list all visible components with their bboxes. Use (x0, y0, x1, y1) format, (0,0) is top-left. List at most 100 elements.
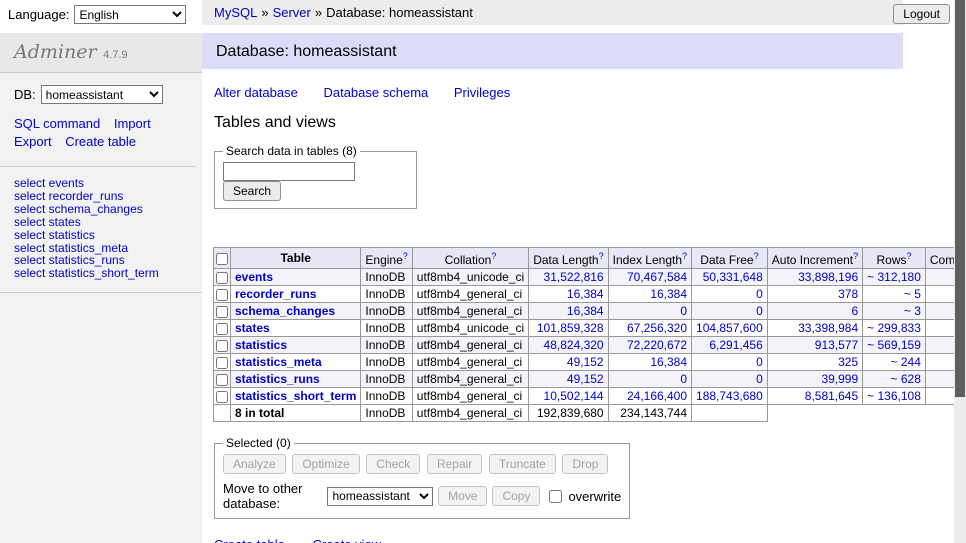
create-view-link[interactable]: Create view (312, 537, 381, 543)
data-free-link[interactable]: 0 (756, 372, 763, 386)
select-all-checkbox[interactable] (216, 253, 228, 265)
rows-count-link[interactable]: ~ 244 (891, 355, 921, 369)
move-button[interactable]: Move (438, 486, 487, 506)
row-checkbox[interactable] (216, 323, 228, 335)
sidebar-item-select-statistics-short-term[interactable]: select statistics_short_term (14, 267, 188, 280)
auto-increment-link[interactable]: 8,581,645 (805, 389, 858, 403)
privileges-link[interactable]: Privileges (454, 85, 510, 100)
search-input[interactable] (223, 162, 355, 181)
database-schema-link[interactable]: Database schema (323, 85, 428, 100)
data-free-link[interactable]: 0 (756, 355, 763, 369)
copy-button[interactable]: Copy (492, 486, 540, 506)
language-select[interactable]: English (74, 5, 186, 24)
auto-increment-link[interactable]: 39,999 (821, 372, 858, 386)
analyze-button[interactable]: Analyze (223, 454, 286, 474)
data-length-link[interactable]: 31,522,816 (544, 270, 604, 284)
help-icon[interactable]: ? (682, 251, 687, 261)
index-length-link[interactable]: 70,467,584 (627, 270, 687, 284)
help-icon[interactable]: ? (491, 251, 496, 261)
auto-increment-link[interactable]: 378 (838, 287, 858, 301)
sidebar-item-select-statistics[interactable]: select statistics (14, 229, 188, 242)
sidebar-export-link[interactable]: Export (14, 134, 52, 149)
auto-increment-link[interactable]: 325 (838, 355, 858, 369)
table-name-link[interactable]: statistics_short_term (235, 389, 356, 403)
table-name-link[interactable]: statistics_meta (235, 355, 322, 369)
rows-count-link[interactable]: ~ 299,833 (867, 321, 921, 335)
rows-count-link[interactable]: ~ 3 (904, 304, 921, 318)
data-free-link[interactable]: 104,857,600 (696, 321, 763, 335)
index-length-link[interactable]: 24,166,400 (627, 389, 687, 403)
auto-increment-link[interactable]: 6 (851, 304, 858, 318)
table-name-link[interactable]: events (235, 270, 273, 284)
drop-button[interactable]: Drop (562, 454, 608, 474)
rows-count-link[interactable]: ~ 628 (891, 372, 921, 386)
sidebar-create-table-link[interactable]: Create table (65, 134, 136, 149)
table-name-link[interactable]: statistics_runs (235, 372, 320, 386)
scrollbar-thumb[interactable] (955, 0, 965, 397)
overwrite-checkbox[interactable] (549, 490, 562, 503)
index-length-link[interactable]: 0 (680, 372, 687, 386)
help-icon[interactable]: ? (599, 251, 604, 261)
rows-count-link[interactable]: ~ 569,159 (867, 338, 921, 352)
table-name-link[interactable]: statistics (235, 338, 287, 352)
index-length-link[interactable]: 72,220,672 (627, 338, 687, 352)
data-free-link[interactable]: 50,331,648 (703, 270, 763, 284)
index-length-link[interactable]: 67,256,320 (627, 321, 687, 335)
move-database-select[interactable]: homeassistant (327, 487, 433, 506)
row-checkbox[interactable] (216, 374, 228, 386)
table-name-link[interactable]: schema_changes (235, 304, 335, 318)
table-name-link[interactable]: recorder_runs (235, 287, 316, 301)
data-length-link[interactable]: 16,384 (567, 304, 604, 318)
db-select[interactable]: homeassistant (41, 85, 163, 104)
row-checkbox[interactable] (216, 306, 228, 318)
logout-button[interactable]: Logout (893, 4, 950, 24)
data-length-link[interactable]: 101,859,328 (537, 321, 604, 335)
data-length-link[interactable]: 48,824,320 (544, 338, 604, 352)
index-length-link[interactable]: 16,384 (650, 355, 687, 369)
breadcrumb-mysql-link[interactable]: MySQL (214, 5, 257, 20)
sidebar-item-select-states[interactable]: select states (14, 216, 188, 229)
breadcrumb-server-link[interactable]: Server (273, 5, 311, 20)
data-free-link[interactable]: 188,743,680 (696, 389, 763, 403)
auto-increment-link[interactable]: 913,577 (815, 338, 858, 352)
sidebar-item-select-schema-changes[interactable]: select schema_changes (14, 203, 188, 216)
help-icon[interactable]: ? (403, 251, 408, 261)
overwrite-label[interactable]: overwrite (545, 487, 621, 506)
sidebar-item-select-events[interactable]: select events (14, 177, 188, 190)
optimize-button[interactable]: Optimize (292, 454, 359, 474)
check-button[interactable]: Check (366, 454, 420, 474)
auto-increment-link[interactable]: 33,398,984 (798, 321, 858, 335)
repair-button[interactable]: Repair (427, 454, 482, 474)
index-length-link[interactable]: 16,384 (650, 287, 687, 301)
help-icon[interactable]: ? (853, 251, 858, 261)
alter-database-link[interactable]: Alter database (214, 85, 298, 100)
data-free-link[interactable]: 0 (756, 304, 763, 318)
data-length-link[interactable]: 49,152 (567, 372, 604, 386)
row-checkbox[interactable] (216, 272, 228, 284)
help-icon[interactable]: ? (754, 251, 759, 261)
auto-increment-link[interactable]: 33,898,196 (798, 270, 858, 284)
total-label: 8 in total (231, 405, 361, 422)
rows-count-link[interactable]: ~ 136,108 (867, 389, 921, 403)
create-table-link[interactable]: Create table (214, 537, 285, 543)
row-checkbox[interactable] (216, 289, 228, 301)
data-length-link[interactable]: 10,502,144 (544, 389, 604, 403)
rows-count-link[interactable]: ~ 312,180 (867, 270, 921, 284)
sidebar-item-select-recorder-runs[interactable]: select recorder_runs (14, 190, 188, 203)
search-button[interactable]: Search (223, 181, 281, 201)
scrollbar[interactable] (954, 0, 966, 543)
row-checkbox[interactable] (216, 391, 228, 403)
data-length-link[interactable]: 16,384 (567, 287, 604, 301)
sidebar-import-link[interactable]: Import (114, 116, 151, 131)
row-checkbox[interactable] (216, 340, 228, 352)
help-icon[interactable]: ? (907, 251, 912, 261)
table-name-link[interactable]: states (235, 321, 270, 335)
sidebar-sql-command-link[interactable]: SQL command (14, 116, 100, 131)
data-free-link[interactable]: 0 (756, 287, 763, 301)
row-checkbox[interactable] (216, 357, 228, 369)
data-length-link[interactable]: 49,152 (567, 355, 604, 369)
data-free-link[interactable]: 6,291,456 (709, 338, 762, 352)
truncate-button[interactable]: Truncate (489, 454, 556, 474)
rows-count-link[interactable]: ~ 5 (904, 287, 921, 301)
index-length-link[interactable]: 0 (680, 304, 687, 318)
